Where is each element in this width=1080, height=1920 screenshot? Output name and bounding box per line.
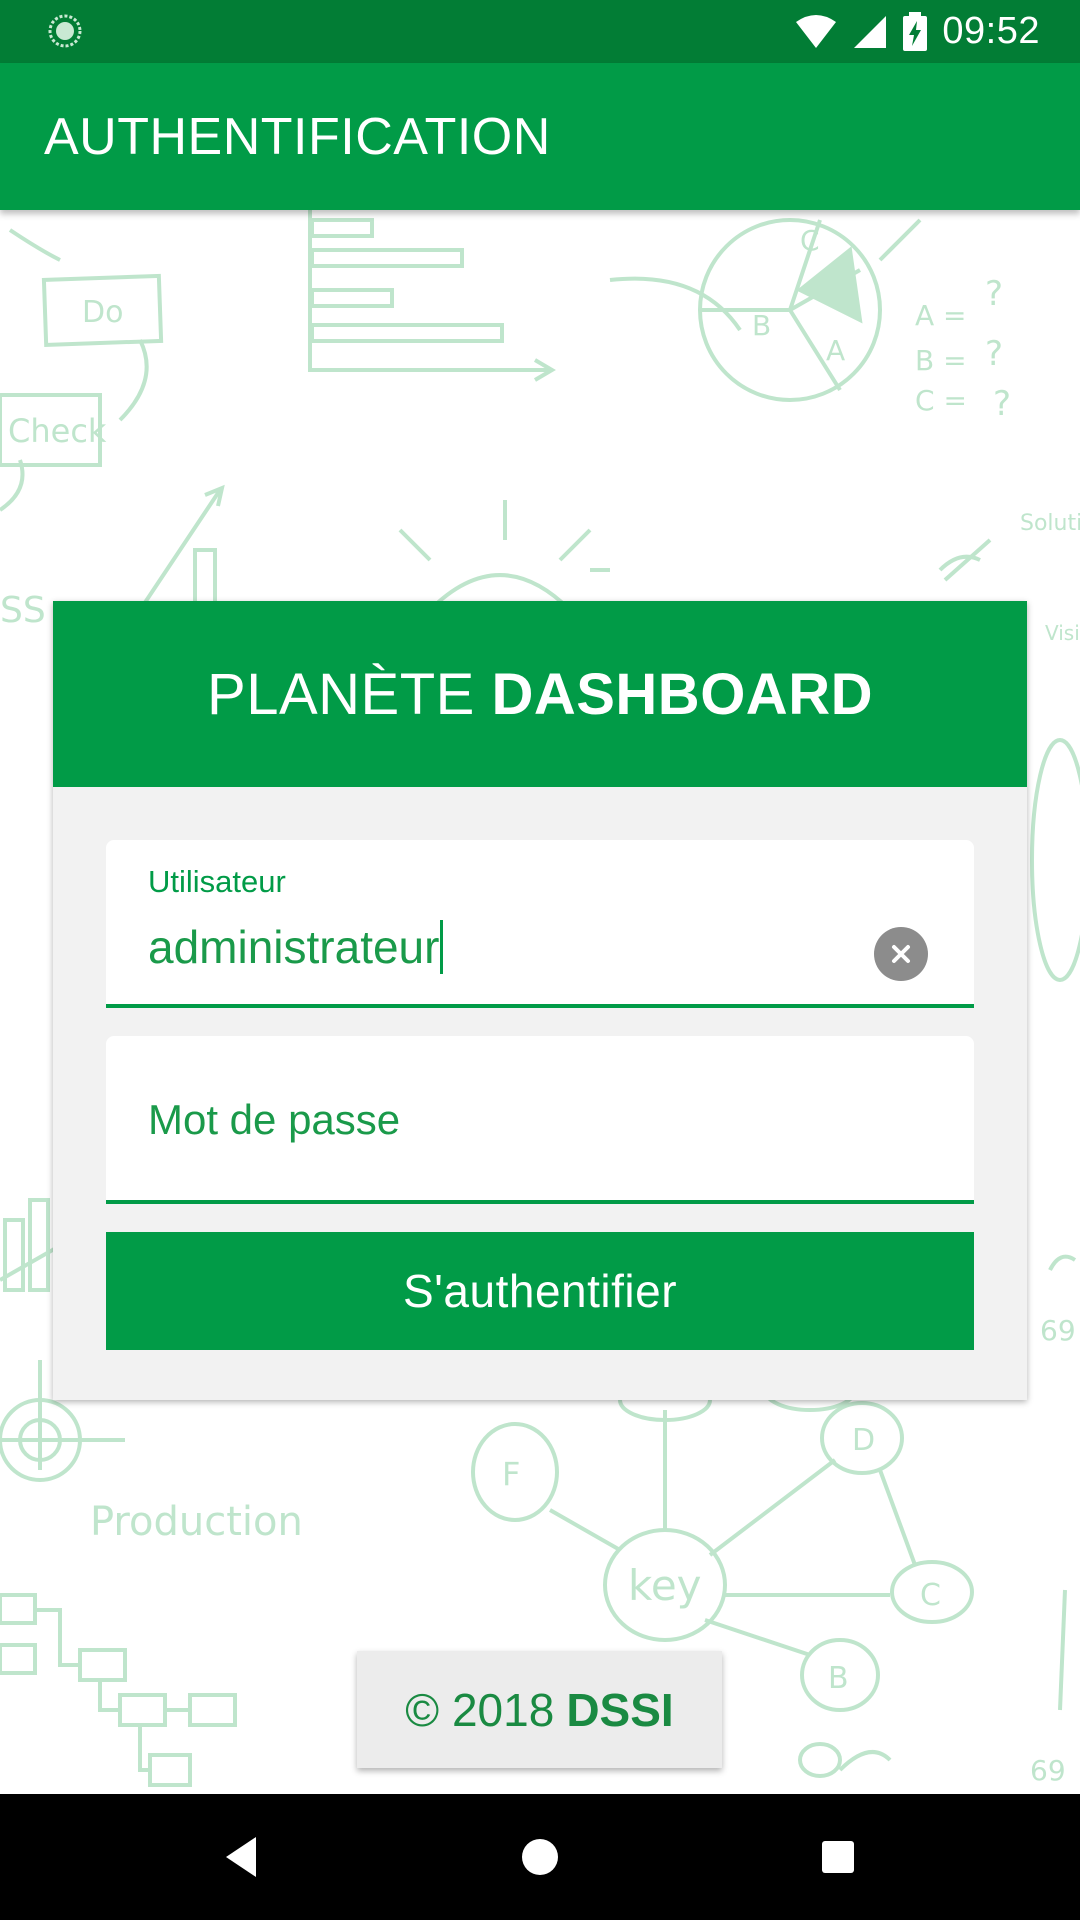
doodle-text-pie-b: B	[752, 309, 771, 342]
doodle-text-pie-a: A	[826, 334, 845, 367]
login-card: PLANÈTE DASHBOARD Utilisateur administra…	[53, 601, 1027, 1400]
battery-charging-icon	[903, 11, 928, 51]
doodle-text-node-d: D	[852, 1423, 875, 1458]
doodle-text-b-eq: B =	[915, 344, 967, 377]
doodle-text-c-eq: C =	[915, 384, 967, 417]
doodle-text-q1: ?	[985, 274, 1003, 314]
app-bar: AUTHENTIFICATION	[0, 63, 1080, 210]
nav-back-button[interactable]	[162, 1794, 322, 1920]
card-header: PLANÈTE DASHBOARD	[53, 601, 1027, 787]
login-button[interactable]: S'authentifier	[106, 1232, 974, 1350]
app-bar-title: AUTHENTIFICATION	[44, 108, 551, 166]
doodle-text-q2: ?	[985, 334, 1003, 374]
username-input[interactable]: administrateur	[148, 920, 444, 974]
status-bar: 09:52	[0, 0, 1080, 63]
wifi-icon	[796, 14, 837, 48]
footer-copyright-text: © 2018	[405, 1683, 555, 1736]
clear-username-button[interactable]	[874, 927, 928, 981]
doodle-text-check: Check	[8, 412, 107, 450]
doodle-text-node-c: C	[920, 1578, 941, 1613]
doodle-text-node-b: B	[828, 1661, 849, 1696]
doodle-text-key: key	[628, 1561, 702, 1610]
card-title: PLANÈTE DASHBOARD	[207, 661, 873, 728]
footer-org: DSSI	[566, 1683, 674, 1736]
doodle-text-69-a: 69	[1040, 1314, 1076, 1347]
home-icon	[522, 1839, 558, 1875]
recents-icon	[822, 1841, 854, 1873]
clear-icon	[892, 945, 910, 963]
back-icon	[226, 1837, 256, 1877]
footer-copyright: © 2018 DSSI	[357, 1651, 722, 1768]
password-input[interactable]: Mot de passe	[148, 1096, 400, 1144]
doodle-text-pie-c: C	[800, 224, 820, 257]
username-field[interactable]: Utilisateur administrateur	[106, 840, 974, 1008]
app-notification-icon	[48, 14, 82, 48]
doodle-text-69-b: 69	[1030, 1754, 1066, 1787]
navigation-bar	[0, 1794, 1080, 1920]
username-label: Utilisateur	[148, 864, 286, 899]
doodle-text-q3: ?	[993, 384, 1011, 424]
card-title-bold: DASHBOARD	[491, 661, 873, 727]
doodle-text-solution: Solutio	[1020, 511, 1080, 536]
status-time: 09:52	[942, 10, 1040, 52]
card-title-light: PLANÈTE	[207, 661, 475, 727]
doodle-text-do: Do	[82, 295, 123, 330]
nav-recents-button[interactable]	[758, 1794, 918, 1920]
signal-icon	[854, 15, 887, 48]
doodle-text-vision: Visi	[1045, 621, 1080, 645]
password-field[interactable]: Mot de passe	[106, 1036, 974, 1204]
doodle-text-ss: SS	[0, 590, 46, 631]
doodle-text-production: Production	[90, 1499, 303, 1545]
nav-home-button[interactable]	[460, 1794, 620, 1920]
doodle-text-node-f: F	[502, 1455, 520, 1493]
doodle-text-a-eq: A =	[915, 299, 967, 332]
